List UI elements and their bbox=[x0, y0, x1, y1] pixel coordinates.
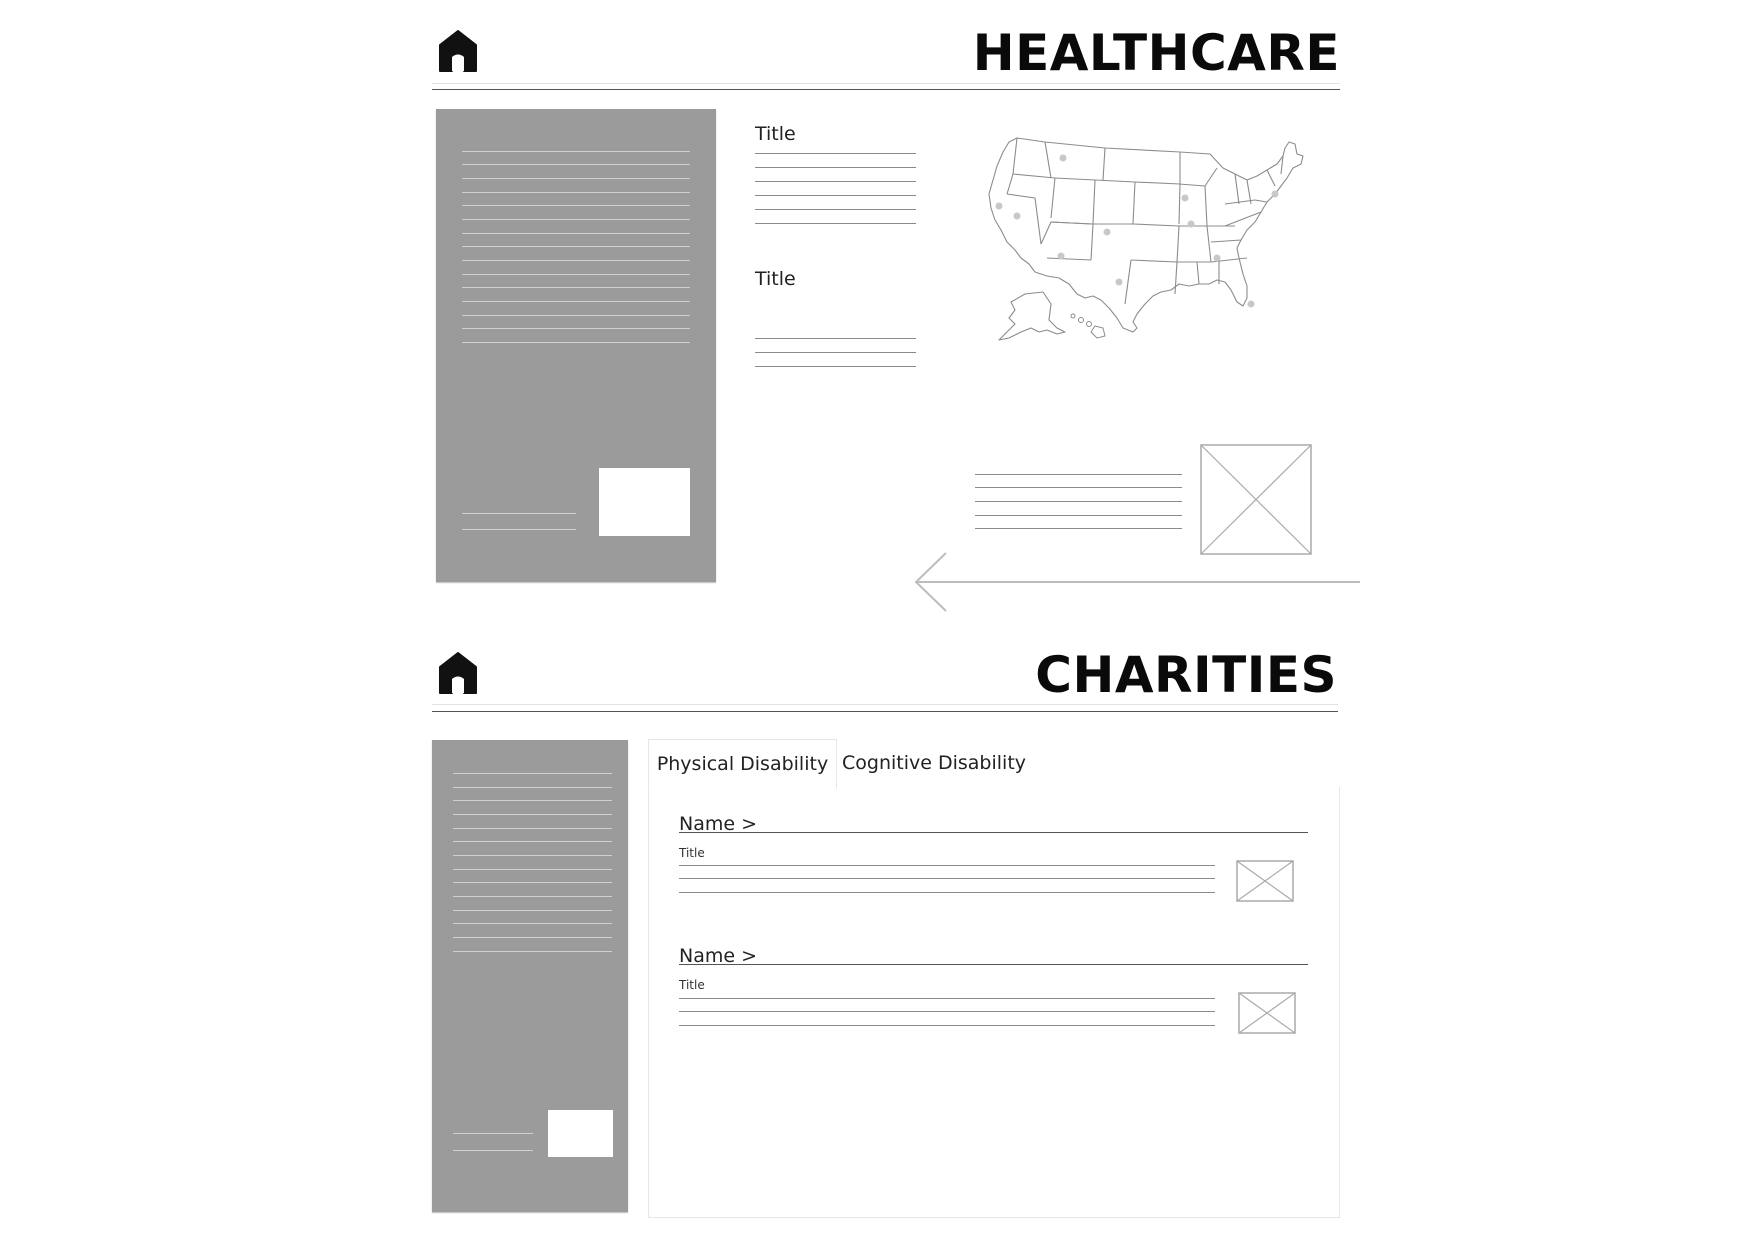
block-title: Title bbox=[755, 268, 796, 290]
tab-physical-disability[interactable]: Physical Disability bbox=[648, 739, 837, 789]
text-line bbox=[755, 195, 916, 196]
panel-text-line bbox=[453, 841, 612, 842]
panel-footer-line bbox=[462, 513, 576, 514]
panel-text-line bbox=[453, 910, 612, 911]
arrow-left-icon[interactable] bbox=[912, 551, 1362, 613]
tab-content-panel bbox=[648, 787, 1340, 1218]
text-line bbox=[679, 1011, 1215, 1012]
text-line bbox=[755, 181, 916, 182]
header-divider bbox=[432, 89, 1340, 90]
panel-text-line bbox=[453, 882, 612, 883]
panel-footer-line bbox=[453, 1150, 533, 1151]
panel-text-line bbox=[462, 205, 690, 206]
healthcare-section: HEALTHCARE Title Title bbox=[0, 0, 1754, 620]
text-line bbox=[679, 878, 1215, 879]
tab-cognitive-disability[interactable]: Cognitive Disability bbox=[842, 739, 1026, 787]
entry-divider bbox=[679, 832, 1308, 833]
panel-text-line bbox=[462, 315, 690, 316]
text-line bbox=[755, 352, 916, 353]
text-line bbox=[755, 338, 916, 339]
entry-title: Title bbox=[679, 978, 705, 992]
entry-title: Title bbox=[679, 846, 705, 860]
panel-text-line bbox=[453, 896, 612, 897]
caption-line bbox=[975, 528, 1182, 529]
panel-text-line bbox=[453, 800, 612, 801]
panel-button[interactable] bbox=[599, 468, 690, 536]
caption-line bbox=[975, 501, 1182, 502]
home-icon[interactable] bbox=[438, 30, 478, 72]
image-placeholder-icon bbox=[1236, 860, 1294, 902]
entry-divider bbox=[679, 964, 1308, 965]
header-divider-light bbox=[432, 704, 1338, 705]
panel-text-line bbox=[462, 178, 690, 179]
panel-footer-line bbox=[462, 529, 576, 530]
panel-text-line bbox=[462, 260, 690, 261]
text-line bbox=[755, 209, 916, 210]
text-line bbox=[679, 1025, 1215, 1026]
panel-text-line bbox=[462, 164, 690, 165]
text-line bbox=[755, 153, 916, 154]
page-title: HEALTHCARE bbox=[972, 24, 1340, 82]
text-line bbox=[679, 865, 1215, 866]
image-placeholder-icon bbox=[1200, 444, 1312, 555]
sidebar-panel bbox=[432, 740, 628, 1212]
panel-text-line bbox=[453, 773, 612, 774]
header-divider bbox=[432, 711, 1338, 712]
text-line bbox=[679, 998, 1215, 999]
text-line bbox=[755, 366, 916, 367]
text-line bbox=[755, 223, 916, 224]
text-line bbox=[679, 892, 1215, 893]
panel-text-line bbox=[462, 287, 690, 288]
usa-map[interactable] bbox=[985, 134, 1320, 348]
page-title: CHARITIES bbox=[1035, 646, 1337, 704]
caption-line bbox=[975, 515, 1182, 516]
panel-text-line bbox=[453, 869, 612, 870]
panel-text-line bbox=[462, 328, 690, 329]
panel-text-line bbox=[453, 814, 612, 815]
panel-text-line bbox=[453, 855, 612, 856]
text-line bbox=[755, 167, 916, 168]
panel-text-line bbox=[453, 787, 612, 788]
panel-text-line bbox=[453, 923, 612, 924]
panel-text-line bbox=[462, 301, 690, 302]
image-placeholder-icon bbox=[1238, 992, 1296, 1034]
block-title: Title bbox=[755, 123, 796, 145]
panel-text-line bbox=[453, 951, 612, 952]
panel-text-line bbox=[462, 233, 690, 234]
panel-button[interactable] bbox=[548, 1110, 613, 1157]
home-icon[interactable] bbox=[438, 652, 478, 694]
panel-text-line bbox=[462, 246, 690, 247]
panel-text-line bbox=[462, 151, 690, 152]
caption-line bbox=[975, 474, 1182, 475]
panel-text-line bbox=[453, 937, 612, 938]
panel-text-line bbox=[462, 274, 690, 275]
sidebar-panel bbox=[436, 109, 716, 582]
panel-text-line bbox=[462, 342, 690, 343]
panel-text-line bbox=[453, 828, 612, 829]
panel-footer-line bbox=[453, 1133, 533, 1134]
caption-line bbox=[975, 487, 1182, 488]
panel-text-line bbox=[462, 219, 690, 220]
header-divider-light bbox=[432, 83, 1340, 84]
panel-text-line bbox=[462, 192, 690, 193]
charities-section: CHARITIES Physical Disability Cognitive … bbox=[0, 620, 1754, 1240]
